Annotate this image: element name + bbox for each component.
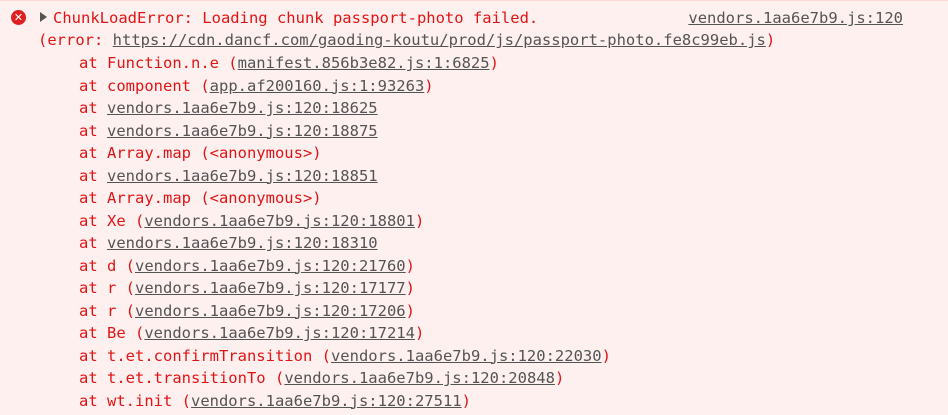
stack-frame-link[interactable]: vendors.1aa6e7b9.js:120:18875 bbox=[107, 122, 378, 140]
stack-frame-link[interactable]: vendors.1aa6e7b9.js:120:17206 bbox=[135, 302, 406, 320]
stack-frame-text: at Array.map (<anonymous>) bbox=[79, 144, 322, 162]
stack-frame-text: at Xe ( bbox=[79, 211, 145, 230]
stack-frame-link[interactable]: vendors.1aa6e7b9.js:120:21760 bbox=[135, 257, 406, 275]
stack-frame-link[interactable]: vendors.1aa6e7b9.js:120:18851 bbox=[107, 167, 378, 185]
stack-frame: at wt.init (vendors.1aa6e7b9.js:120:2751… bbox=[79, 390, 471, 412]
error-detail-prefix: (error: bbox=[38, 31, 113, 49]
stack-frame: at Array.map (<anonymous>) bbox=[79, 187, 322, 209]
stack-frame: at vendors.1aa6e7b9.js:120:18875 bbox=[79, 120, 378, 142]
expand-triangle-icon[interactable] bbox=[40, 12, 47, 22]
error-message: ChunkLoadError: Loading chunk passport-p… bbox=[53, 9, 539, 27]
stack-frame: at Function.n.e (manifest.856b3e82.js:1:… bbox=[79, 52, 499, 74]
stack-frame-link[interactable]: vendors.1aa6e7b9.js:120:17177 bbox=[135, 279, 406, 297]
error-detail-line: (error: https://cdn.dancf.com/gaoding-ko… bbox=[38, 29, 775, 51]
stack-frame: at t.et.transitionTo (vendors.1aa6e7b9.j… bbox=[79, 367, 564, 389]
source-location-link[interactable]: vendors.1aa6e7b9.js:120 bbox=[688, 7, 903, 29]
stack-frame-text: at r ( bbox=[79, 301, 135, 320]
stack-frame-suffix: ) bbox=[554, 369, 565, 387]
stack-frame: at vendors.1aa6e7b9.js:120:18625 bbox=[79, 97, 378, 119]
stack-frame-suffix: ) bbox=[405, 256, 415, 275]
stack-frame: at vendors.1aa6e7b9.js:120:18310 bbox=[79, 232, 378, 254]
stack-frame-suffix: ) bbox=[489, 54, 499, 72]
stack-frame-text: at d ( bbox=[79, 256, 135, 275]
error-circle-icon: ✕ bbox=[11, 10, 26, 25]
error-url-link[interactable]: https://cdn.dancf.com/gaoding-koutu/prod… bbox=[113, 31, 766, 49]
stack-frame: at r (vendors.1aa6e7b9.js:120:17206) bbox=[79, 300, 415, 322]
stack-frame-suffix: ) bbox=[414, 211, 425, 230]
stack-frame-text: at bbox=[79, 121, 107, 140]
stack-frame-link[interactable]: vendors.1aa6e7b9.js:120:17214 bbox=[144, 324, 415, 342]
stack-frame: at vendors.1aa6e7b9.js:120:18851 bbox=[79, 165, 378, 187]
stack-frame-text: at Array.map (<anonymous>) bbox=[79, 189, 322, 207]
stack-frame-text: at bbox=[79, 99, 107, 117]
stack-frame: at Array.map (<anonymous>) bbox=[79, 142, 322, 164]
stack-frame-link[interactable]: manifest.856b3e82.js:1:6825 bbox=[238, 54, 490, 72]
stack-frame-suffix: ) bbox=[405, 279, 415, 297]
stack-frame-link[interactable]: app.af200160.js:1:93263 bbox=[210, 77, 425, 95]
stack-frame-suffix: ) bbox=[461, 391, 471, 410]
stack-frame: at r (vendors.1aa6e7b9.js:120:17177) bbox=[79, 277, 415, 299]
console-error-entry: ✕ ChunkLoadError: Loading chunk passport… bbox=[0, 0, 948, 415]
stack-frame-text: at r ( bbox=[79, 279, 135, 297]
stack-frame-link[interactable]: vendors.1aa6e7b9.js:120:18310 bbox=[107, 234, 378, 252]
stack-frame-text: at bbox=[79, 166, 107, 185]
stack-frame: at component (app.af200160.js:1:93263) bbox=[79, 75, 434, 97]
stack-frame-suffix: ) bbox=[405, 301, 415, 320]
stack-frame-suffix: ) bbox=[424, 76, 434, 95]
stack-frame: at Xe (vendors.1aa6e7b9.js:120:18801) bbox=[79, 210, 424, 232]
stack-frame-suffix: ) bbox=[601, 346, 611, 365]
stack-frame-text: at t.et.confirmTransition ( bbox=[79, 346, 331, 365]
stack-frame-text: at t.et.transitionTo ( bbox=[79, 369, 285, 387]
stack-frame-link[interactable]: vendors.1aa6e7b9.js:120:22030 bbox=[331, 347, 602, 365]
stack-frame-link[interactable]: vendors.1aa6e7b9.js:120:18625 bbox=[107, 99, 378, 117]
stack-frame-suffix: ) bbox=[414, 324, 425, 342]
stack-frame-text: at bbox=[79, 234, 107, 252]
stack-frame-link[interactable]: vendors.1aa6e7b9.js:120:27511 bbox=[191, 392, 462, 410]
error-detail-suffix: ) bbox=[765, 31, 776, 49]
stack-frame: at t.et.confirmTransition (vendors.1aa6e… bbox=[79, 345, 611, 367]
stack-frame: at d (vendors.1aa6e7b9.js:120:21760) bbox=[79, 255, 415, 277]
stack-frame-text: at Be ( bbox=[79, 324, 145, 342]
stack-frame-link[interactable]: vendors.1aa6e7b9.js:120:18801 bbox=[144, 212, 415, 230]
stack-frame-text: at wt.init ( bbox=[79, 391, 191, 410]
stack-frame-link[interactable]: vendors.1aa6e7b9.js:120:20848 bbox=[284, 369, 555, 387]
stack-frame: at Be (vendors.1aa6e7b9.js:120:17214) bbox=[79, 322, 424, 344]
stack-frame-text: at component ( bbox=[79, 76, 210, 95]
stack-frame-text: at Function.n.e ( bbox=[79, 54, 238, 72]
